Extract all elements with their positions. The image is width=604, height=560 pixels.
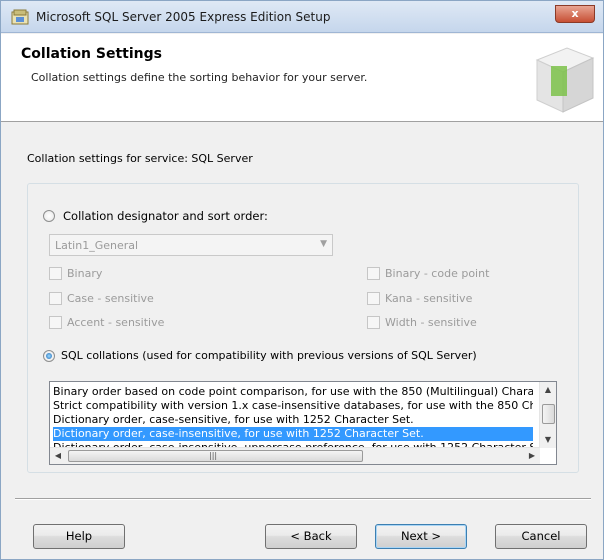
collation-designator-label[interactable]: Collation designator and sort order: (63, 209, 268, 223)
sql-collations-label[interactable]: SQL collations (used for compatibility w… (61, 349, 477, 362)
back-button[interactable]: < Back (265, 524, 357, 549)
setup-icon (11, 9, 29, 25)
header-band: Collation Settings Collation settings de… (1, 34, 603, 122)
window-title: Microsoft SQL Server 2005 Express Editio… (36, 10, 331, 24)
list-item[interactable]: Strict compatibility with version 1.x ca… (53, 399, 533, 413)
help-button[interactable]: Help (33, 524, 125, 549)
next-button[interactable]: Next > (375, 524, 467, 549)
service-label: Collation settings for service: SQL Serv… (27, 152, 253, 165)
kana-sensitive-label: Kana - sensitive (385, 292, 473, 305)
accent-sensitive-checkbox[interactable] (49, 316, 62, 329)
kana-sensitive-checkbox[interactable] (367, 292, 380, 305)
scroll-right-arrow-icon[interactable]: ▶ (524, 448, 540, 464)
list-item[interactable]: Binary order based on code point compari… (53, 385, 533, 399)
case-sensitive-checkbox[interactable] (49, 292, 62, 305)
separator (15, 498, 591, 500)
setup-window: Microsoft SQL Server 2005 Express Editio… (0, 0, 604, 560)
cancel-button[interactable]: Cancel (495, 524, 587, 549)
page-title: Collation Settings (21, 46, 162, 62)
vertical-scrollbar[interactable]: ▲ ▼ (539, 382, 556, 448)
list-item-selected[interactable]: Dictionary order, case-insensitive, for … (53, 427, 533, 441)
case-sensitive-label: Case - sensitive (67, 292, 154, 305)
scroll-up-arrow-icon[interactable]: ▲ (540, 382, 556, 398)
binary-code-point-label: Binary - code point (385, 267, 490, 280)
scroll-down-arrow-icon[interactable]: ▼ (540, 432, 556, 448)
binary-checkbox[interactable] (49, 267, 62, 280)
sql-collations-list[interactable]: Binary order based on code point compari… (49, 381, 557, 465)
collation-designator-combo[interactable]: Latin1_General ▼ (49, 234, 333, 256)
horizontal-scroll-thumb[interactable]: ||| (68, 450, 363, 462)
horizontal-scrollbar[interactable]: ◀ ||| ▶ (50, 447, 540, 464)
page-subtitle: Collation settings define the sorting be… (31, 71, 368, 84)
close-button[interactable]: x (555, 5, 595, 23)
list-item[interactable]: Dictionary order, case-sensitive, for us… (53, 413, 533, 427)
binary-label: Binary (67, 267, 103, 280)
accent-sensitive-label: Accent - sensitive (67, 316, 165, 329)
title-bar[interactable]: Microsoft SQL Server 2005 Express Editio… (1, 1, 603, 33)
chevron-down-icon[interactable]: ▼ (320, 239, 327, 249)
scroll-left-arrow-icon[interactable]: ◀ (50, 448, 66, 464)
width-sensitive-checkbox[interactable] (367, 316, 380, 329)
collation-designator-radio[interactable] (43, 210, 55, 222)
width-sensitive-label: Width - sensitive (385, 316, 477, 329)
combo-value: Latin1_General (55, 239, 139, 252)
sql-collations-radio[interactable] (43, 350, 55, 362)
binary-code-point-checkbox[interactable] (367, 267, 380, 280)
vertical-scroll-thumb[interactable] (542, 404, 555, 424)
grip-icon: ||| (209, 451, 218, 460)
setup-box-graphic (535, 47, 595, 113)
